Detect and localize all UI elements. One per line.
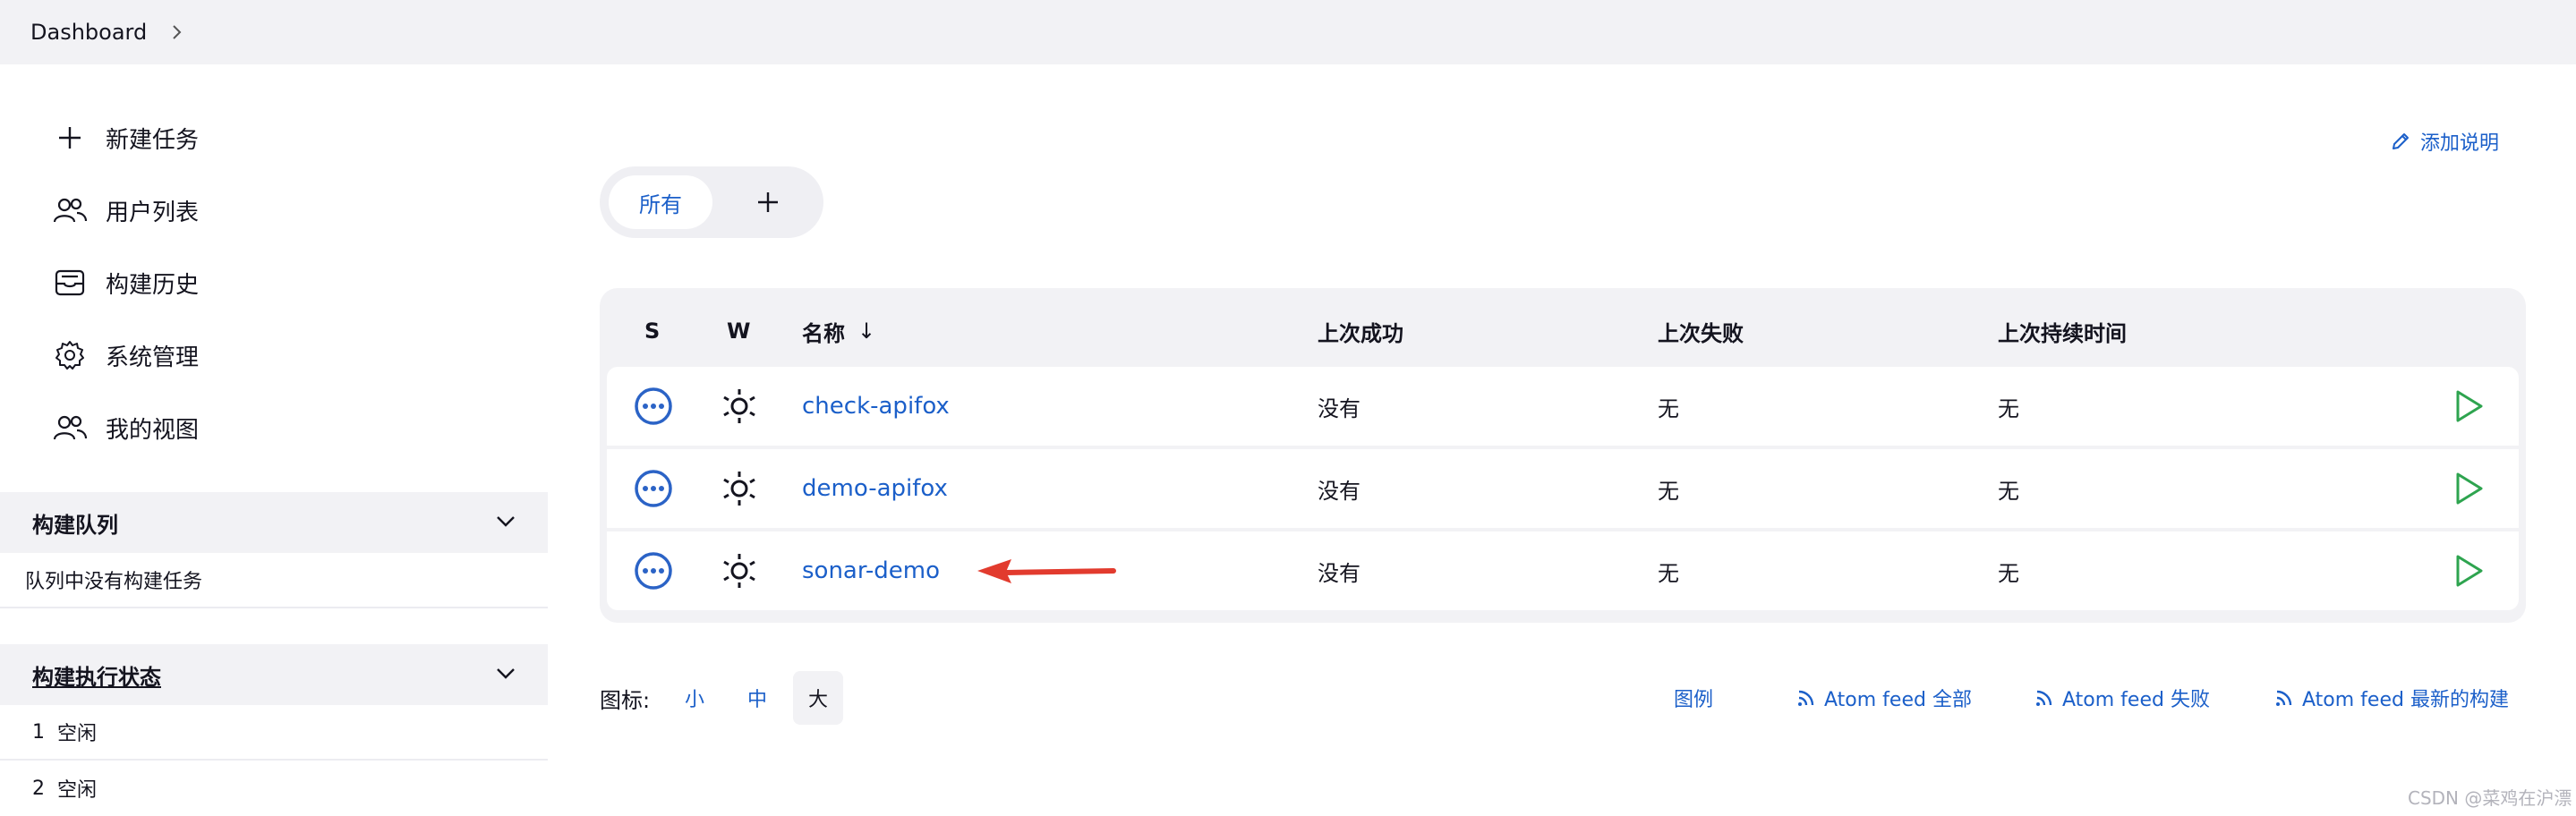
tab-all[interactable]: 所有 xyxy=(609,175,712,229)
sidebar-item-label: 用户列表 xyxy=(106,199,200,226)
job-last-duration: 无 xyxy=(1998,395,2019,421)
sidebar-item-new-job[interactable]: 新建任务 xyxy=(52,116,199,159)
column-header-name[interactable]: 名称 ↓ xyxy=(802,313,875,349)
inbox-icon xyxy=(52,265,88,301)
icon-size-large[interactable]: 大 xyxy=(793,671,843,725)
job-last-failure: 无 xyxy=(1658,560,1679,586)
atom-feed-latest-label: Atom feed 最新的构建 xyxy=(2302,689,2509,711)
column-header-last-success[interactable]: 上次成功 xyxy=(1318,313,1403,349)
build-queue-empty: 队列中没有构建任务 xyxy=(0,553,548,608)
job-last-success: 没有 xyxy=(1318,560,1361,586)
executor-status: 空闲 xyxy=(57,723,98,745)
atom-feed-all-link[interactable]: Atom feed 全部 xyxy=(1794,671,1972,725)
sidebar-item-label: 新建任务 xyxy=(106,126,200,154)
sidebar-item-users[interactable]: 用户列表 xyxy=(52,189,199,232)
users-icon xyxy=(52,410,88,446)
column-header-w[interactable]: W xyxy=(727,313,750,349)
icon-size-label: 图标: xyxy=(600,687,651,713)
job-last-duration: 无 xyxy=(1998,478,2019,504)
plus-icon xyxy=(52,120,88,156)
table-row: sonar-demo 没有 无 无 xyxy=(607,531,2519,610)
table-footer: 图标: 小 中 大 图例 Atom feed 全部 Atom feed 失败 A… xyxy=(600,671,2526,725)
icon-size-small[interactable]: 小 xyxy=(670,671,720,725)
weather-sunny-icon xyxy=(723,472,755,506)
rss-icon xyxy=(2032,685,2057,710)
rss-icon xyxy=(2272,685,2297,710)
gear-icon xyxy=(52,337,88,373)
executor-status-title[interactable]: 构建执行状态 xyxy=(32,659,161,691)
column-header-name-label: 名称 xyxy=(802,320,845,346)
job-last-success: 没有 xyxy=(1318,395,1361,421)
sidebar-item-manage[interactable]: 系统管理 xyxy=(52,334,199,377)
job-last-failure: 无 xyxy=(1658,395,1679,421)
add-view-button[interactable] xyxy=(746,181,789,224)
breadcrumb-dashboard[interactable]: Dashboard xyxy=(30,20,147,45)
sort-arrow-down-icon: ↓ xyxy=(857,319,876,344)
play-build-icon[interactable] xyxy=(2452,553,2485,589)
column-header-s[interactable]: S xyxy=(644,313,660,349)
executor-status-header[interactable]: 构建执行状态 xyxy=(0,644,548,705)
job-last-success: 没有 xyxy=(1318,478,1361,504)
add-description-link[interactable]: 添加说明 xyxy=(2388,127,2499,156)
users-icon xyxy=(52,192,88,228)
sidebar-item-build-history[interactable]: 构建历史 xyxy=(52,261,199,304)
add-description-label: 添加说明 xyxy=(2420,132,2500,155)
executor-status: 空闲 xyxy=(57,779,98,802)
sidebar-item-label: 我的视图 xyxy=(106,416,200,444)
atom-feed-failed-label: Atom feed 失败 xyxy=(2062,689,2210,711)
legend-label: 图例 xyxy=(1674,689,1714,711)
plus-icon xyxy=(758,192,778,212)
sidebar-item-my-views[interactable]: 我的视图 xyxy=(52,406,199,449)
play-build-icon[interactable] xyxy=(2452,471,2485,506)
column-header-last-duration[interactable]: 上次持续时间 xyxy=(1998,313,2127,349)
status-not-built-icon xyxy=(635,470,672,507)
status-not-built-icon xyxy=(635,552,672,590)
table-row: demo-apifox 没有 无 无 xyxy=(607,449,2519,528)
legend-link[interactable]: 图例 xyxy=(1674,671,1713,725)
table-row: check-apifox 没有 无 无 xyxy=(607,367,2519,446)
atom-feed-failed-link[interactable]: Atom feed 失败 xyxy=(2032,671,2210,725)
job-name-link[interactable]: demo-apifox xyxy=(802,449,948,528)
job-last-duration: 无 xyxy=(1998,560,2019,586)
build-queue-header[interactable]: 构建队列 xyxy=(0,492,548,553)
sidebar-item-label: 构建历史 xyxy=(106,271,200,299)
rss-icon xyxy=(1794,685,1819,710)
job-last-failure: 无 xyxy=(1658,478,1679,504)
build-queue-title: 构建队列 xyxy=(32,512,118,538)
status-not-built-icon xyxy=(635,387,672,425)
watermark: CSDN @菜鸡在沪漂 xyxy=(2408,787,2572,809)
chevron-right-icon[interactable] xyxy=(168,23,186,41)
view-tabs: 所有 xyxy=(600,166,823,238)
sidebar-item-label: 系统管理 xyxy=(106,344,200,371)
icon-size-medium[interactable]: 中 xyxy=(732,671,782,725)
executor-row: 1 空闲 xyxy=(0,705,548,761)
breadcrumb-bar: Dashboard xyxy=(0,0,2576,64)
job-name-link[interactable]: sonar-demo xyxy=(802,531,940,610)
executor-index: 2 xyxy=(32,777,45,800)
weather-sunny-icon xyxy=(723,554,755,588)
executor-row: 2 空闲 xyxy=(0,761,548,816)
column-header-last-failure[interactable]: 上次失败 xyxy=(1658,313,1744,349)
atom-feed-latest-link[interactable]: Atom feed 最新的构建 xyxy=(2272,671,2509,725)
annotation-arrow-icon xyxy=(977,559,1116,583)
queue-empty-text: 队列中没有构建任务 xyxy=(25,571,203,593)
job-name-link[interactable]: check-apifox xyxy=(802,367,950,446)
play-build-icon[interactable] xyxy=(2452,388,2485,424)
executor-index: 1 xyxy=(32,720,45,744)
chevron-down-icon[interactable] xyxy=(496,667,516,684)
pencil-icon xyxy=(2388,129,2413,154)
atom-feed-all-label: Atom feed 全部 xyxy=(1824,689,1972,711)
weather-sunny-icon xyxy=(723,389,755,423)
jobs-table: S W 名称 ↓ 上次成功 上次失败 上次持续时间 check-apifox 没… xyxy=(600,288,2526,623)
chevron-down-icon[interactable] xyxy=(496,514,516,531)
